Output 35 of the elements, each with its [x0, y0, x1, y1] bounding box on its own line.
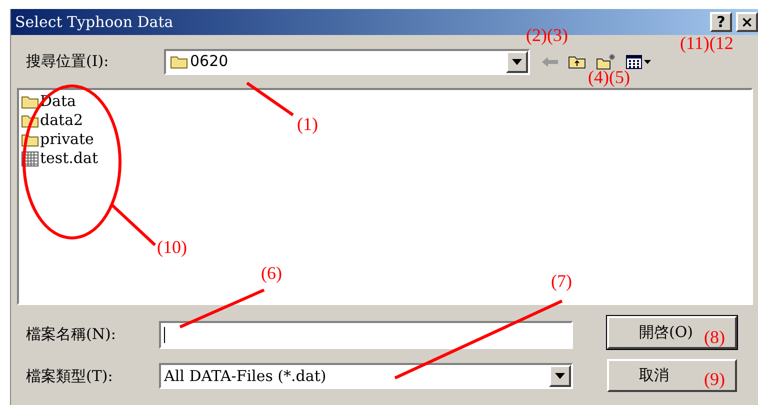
folder-up-icon[interactable]	[568, 54, 586, 69]
new-folder-icon[interactable]	[596, 54, 616, 70]
file-name-label: 檔案名稱(N):	[26, 324, 117, 346]
down-triangle-icon	[555, 373, 565, 379]
annotation-label: (4)(5)	[588, 68, 630, 86]
window-title: Select Typhoon Data	[15, 12, 174, 33]
leader-line	[246, 82, 294, 116]
down-triangle-icon	[512, 58, 522, 64]
annotation-label: (9)	[704, 370, 725, 388]
file-item[interactable]: test.dat	[21, 149, 98, 168]
folder-item[interactable]: data2	[21, 111, 84, 130]
look-in-label: 搜尋位置(I):	[26, 51, 110, 72]
annotation-label: (6)	[261, 264, 282, 282]
folder-icon	[21, 94, 39, 109]
close-button[interactable]: ×	[736, 12, 758, 32]
annotation-label: (10)	[157, 238, 187, 256]
dropdown-arrow-button[interactable]	[506, 50, 528, 72]
annotation-label: (8)	[704, 328, 725, 346]
file-name-input[interactable]	[159, 320, 573, 348]
look-in-value: 0620	[190, 51, 228, 72]
file-type-label: 檔案類型(T):	[26, 366, 114, 387]
look-in-dropdown[interactable]: 0620	[164, 48, 530, 74]
text-cursor	[164, 326, 165, 342]
leader-line	[110, 204, 156, 246]
help-button[interactable]: ?	[710, 12, 732, 32]
folder-icon	[170, 54, 188, 69]
folder-item[interactable]: private	[21, 130, 94, 149]
annotation-label: (1)	[297, 115, 318, 133]
dropdown-arrow-button[interactable]	[549, 365, 571, 387]
view-menu-icon[interactable]	[626, 54, 652, 68]
annotation-label: (7)	[551, 272, 572, 290]
annotation-label: (2)(3)	[526, 26, 568, 44]
annotation-label: (11)(12	[680, 34, 734, 52]
file-type-value: All DATA-Files (*.dat)	[164, 366, 326, 387]
file-type-dropdown[interactable]: All DATA-Files (*.dat)	[159, 363, 573, 389]
